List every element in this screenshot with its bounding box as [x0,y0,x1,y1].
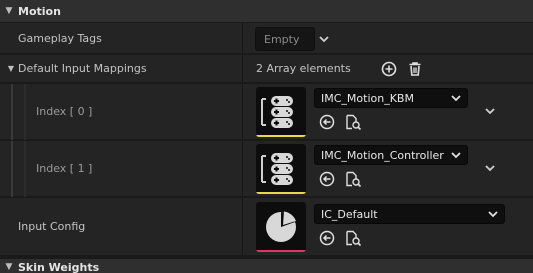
indent-guide [11,141,13,197]
chevron-down-icon [449,91,463,105]
property-row-gameplay-tags: Gameplay Tags Empty [0,23,533,54]
column-splitter[interactable] [242,84,243,139]
browse-asset-icon[interactable] [344,113,362,131]
chevron-down-icon[interactable] [483,161,497,175]
asset-name: IC_Default [321,207,378,221]
category-motion[interactable]: ▼ Motion [0,0,533,22]
property-row-default-input-mappings: ▼ Default Input Mappings 2 Array element… [0,55,533,83]
category-title: Motion [18,4,61,18]
property-row-input-config: Input Config IC_Default [0,198,533,256]
trash-icon[interactable] [406,60,424,78]
asset-type-underline [256,250,306,252]
chevron-down-icon[interactable] [317,32,331,46]
asset-picker-combo[interactable]: IC_Default [314,204,505,224]
category-skin-weights[interactable]: ▼ Skin Weights [0,259,533,273]
indent-guide [24,84,26,140]
gameplay-tags-value[interactable]: Empty [255,27,315,51]
collapse-arrow-icon[interactable]: ▼ [4,64,18,73]
property-label: Default Input Mappings [18,62,147,75]
input-mapping-context-icon [261,96,293,128]
collapse-arrow-icon[interactable]: ▼ [0,6,18,16]
chevron-down-icon [449,148,463,162]
asset-name: IMC_Motion_Controller [321,148,444,162]
use-selected-asset-icon[interactable] [318,113,336,131]
asset-type-underline [256,135,306,137]
array-index-label: Index [ 0 ] [36,105,93,118]
input-mapping-context-icon [261,153,293,185]
chevron-down-icon [486,207,500,221]
asset-picker-combo[interactable]: IMC_Motion_Controller [314,145,468,165]
column-splitter[interactable] [242,55,243,82]
array-index-label: Index [ 1 ] [36,162,93,175]
array-element-row-1: Index [ 1 ] IMC_Motion_Controller [0,141,533,197]
column-splitter[interactable] [242,198,243,255]
indent-guide [24,141,26,197]
add-element-icon[interactable] [380,60,398,78]
use-selected-asset-icon[interactable] [318,170,336,188]
gameplay-tags-empty-text: Empty [264,32,300,46]
asset-name: IMC_Motion_KBM [321,91,414,105]
asset-picker-combo[interactable]: IMC_Motion_KBM [314,88,468,108]
array-element-row-0: Index [ 0 ] IMC_Motion_KBM [0,84,533,140]
column-splitter[interactable] [242,23,243,53]
chevron-down-icon[interactable] [483,104,497,118]
asset-thumbnail[interactable] [256,144,306,194]
input-config-icon [266,211,296,242]
indent-guide [11,84,13,140]
array-count: 2 Array elements [256,62,351,75]
property-label: Input Config [18,220,86,233]
browse-asset-icon[interactable] [344,229,362,247]
asset-thumbnail[interactable] [256,202,306,252]
collapse-arrow-icon[interactable]: ▼ [0,262,18,272]
use-selected-asset-icon[interactable] [318,229,336,247]
asset-thumbnail[interactable] [256,87,306,137]
asset-type-underline [256,192,306,194]
column-splitter[interactable] [242,141,243,196]
property-label-group[interactable]: ▼ Default Input Mappings [4,55,147,82]
property-label: Gameplay Tags [18,31,102,45]
browse-asset-icon[interactable] [344,170,362,188]
category-title: Skin Weights [18,260,100,273]
